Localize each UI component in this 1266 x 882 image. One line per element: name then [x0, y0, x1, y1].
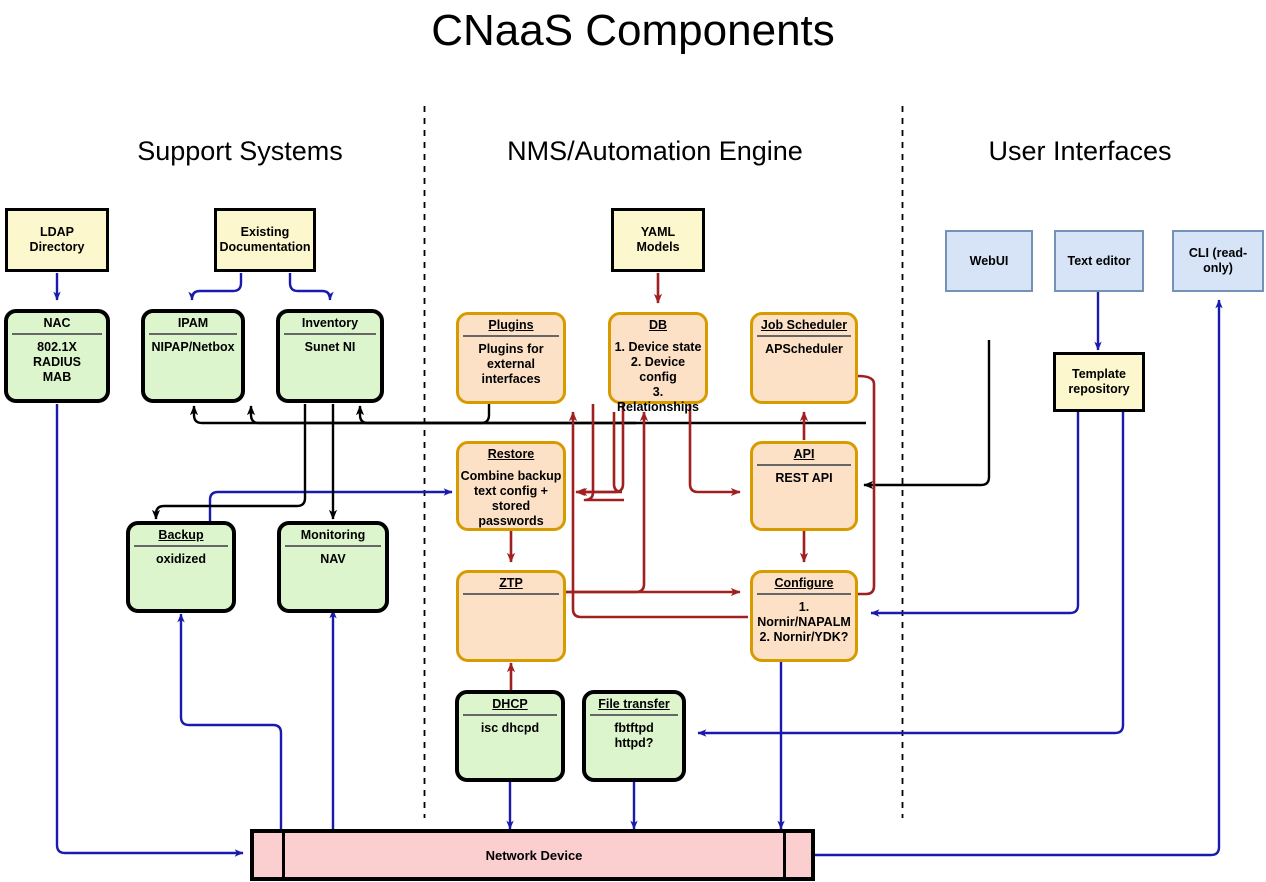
node-inventory-title: Inventory — [301, 316, 359, 330]
arrow-webui-to-api — [863, 340, 991, 490]
node-text-editor[interactable]: Text editor — [1054, 230, 1144, 292]
section-title-nms: NMS/Automation Engine — [507, 136, 803, 166]
node-ipam-title: IPAM — [177, 316, 209, 330]
node-file-transfer-title: File transfer — [598, 697, 670, 711]
node-plugins-title: Plugins — [488, 318, 534, 332]
arrow-db-to-plugins — [583, 404, 624, 502]
node-dhcp-body: isc dhcpd — [480, 721, 540, 735]
node-ztp[interactable]: ZTP — [456, 570, 566, 662]
node-job-scheduler-body: APScheduler — [765, 342, 843, 356]
node-restore-title: Restore — [487, 447, 535, 461]
arrow-db-to-restore — [577, 404, 625, 497]
node-configure-title: Configure — [774, 576, 834, 590]
node-file-transfer[interactable]: File transfer fbtftpd httpd? — [582, 690, 686, 782]
arrow-networkdevice-to-cli — [815, 299, 1223, 857]
arrow-plugins-to-ipam — [189, 405, 636, 425]
arrow-template-to-configure — [870, 412, 1080, 617]
node-restore[interactable]: Restore Combine backup text config + store… — [456, 441, 566, 531]
node-network-device[interactable]: Network Device — [250, 829, 815, 881]
node-plugins[interactable]: Plugins Plugins for external interfaces — [456, 312, 566, 404]
arrow-configure-to-db — [568, 411, 748, 619]
node-template-repository[interactable]: Template repository — [1053, 352, 1145, 412]
node-webui[interactable]: WebUI — [945, 230, 1033, 292]
node-api[interactable]: API REST API — [750, 441, 858, 531]
node-network-device-label: Network Device — [485, 847, 583, 863]
node-ldap-directory-label: LDAP Directory — [29, 225, 85, 254]
node-db-title: DB — [648, 318, 668, 332]
network-device-port-right — [786, 833, 811, 877]
node-configure-body: 1. Nornir/NAPALM 2. Nornir/YDK? — [757, 600, 851, 644]
node-ipam-body: NIPAP/Netbox — [151, 340, 235, 354]
arrow-ztp-to-db — [566, 411, 649, 594]
node-db[interactable]: DB 1. Device state 2. Device config 3. Rel… — [608, 312, 708, 414]
node-backup[interactable]: Backup oxidized — [126, 521, 236, 613]
node-inventory[interactable]: Inventory Sunet NI — [276, 309, 384, 403]
node-template-repository-label: Template repository — [1068, 367, 1130, 396]
section-title-ui: User Interfaces — [988, 136, 1172, 166]
node-dhcp-title: DHCP — [492, 697, 528, 711]
node-ldap-directory[interactable]: LDAP Directory — [5, 208, 109, 272]
arrow-backup-to-restore — [208, 488, 453, 521]
arrow-docs-to-inventory — [288, 273, 334, 301]
arrow-docs-to-ipam — [188, 273, 243, 301]
node-monitoring-body: NAV — [320, 552, 346, 566]
node-job-scheduler[interactable]: Job Scheduler APScheduler — [750, 312, 858, 404]
node-nac-body: 802.1X RADIUS MAB — [33, 340, 81, 384]
node-monitoring[interactable]: Monitoring NAV — [277, 521, 389, 613]
node-dhcp[interactable]: DHCP isc dhcpd — [455, 690, 565, 782]
section-title-support: Support Systems — [137, 136, 343, 166]
node-file-transfer-body: fbtftpd httpd? — [614, 721, 654, 750]
network-device-port-left — [254, 833, 285, 877]
node-backup-body: oxidized — [155, 552, 206, 566]
node-yaml-models[interactable]: YAML Models — [611, 208, 705, 272]
node-db-body: 1. Device state 2. Device config 3. Relati… — [614, 340, 702, 414]
node-cli[interactable]: CLI (read-only) — [1172, 230, 1264, 292]
arrow-inventory-to-backup — [151, 404, 307, 520]
node-api-body: REST API — [775, 471, 833, 485]
node-yaml-models-label: YAML Models — [636, 225, 680, 254]
node-nac[interactable]: NAC 802.1X RADIUS MAB — [4, 309, 110, 403]
node-webui-label: WebUI — [969, 253, 1009, 268]
node-api-title: API — [793, 447, 815, 461]
node-plugins-body: Plugins for external interfaces — [478, 342, 544, 386]
node-existing-documentation[interactable]: Existing Documentation — [214, 208, 316, 272]
diagram-canvas: CNaaS Components Support Systems NMS/Aut… — [0, 0, 1266, 882]
arrow-db-to-plugins-head — [576, 412, 623, 492]
page-title: CNaaS Components — [431, 6, 835, 55]
node-existing-documentation-label: Existing Documentation — [219, 225, 311, 254]
arrow-nac-to-networkdevice — [55, 404, 244, 857]
node-restore-body: Combine backup text config + stored passwo… — [460, 469, 562, 528]
network-device-label-wrap: Network Device — [285, 833, 786, 877]
node-ipam[interactable]: IPAM NIPAP/Netbox — [141, 309, 245, 403]
node-text-editor-label: Text editor — [1067, 253, 1131, 268]
node-inventory-body: Sunet NI — [304, 340, 356, 354]
node-nac-title: NAC — [43, 316, 71, 330]
arrow-plugins-bus — [246, 404, 491, 425]
node-backup-title: Backup — [158, 528, 204, 542]
node-configure[interactable]: Configure 1. Nornir/NAPALM 2. Nornir/YDK? — [750, 570, 858, 662]
arrow-networkdevice-to-backup — [177, 613, 283, 829]
arrow-db-to-api — [688, 404, 741, 497]
node-ztp-title: ZTP — [499, 576, 523, 590]
node-cli-label: CLI (read-only) — [1188, 246, 1248, 275]
node-monitoring-title: Monitoring — [300, 528, 366, 542]
node-job-scheduler-title: Job Scheduler — [760, 318, 848, 332]
